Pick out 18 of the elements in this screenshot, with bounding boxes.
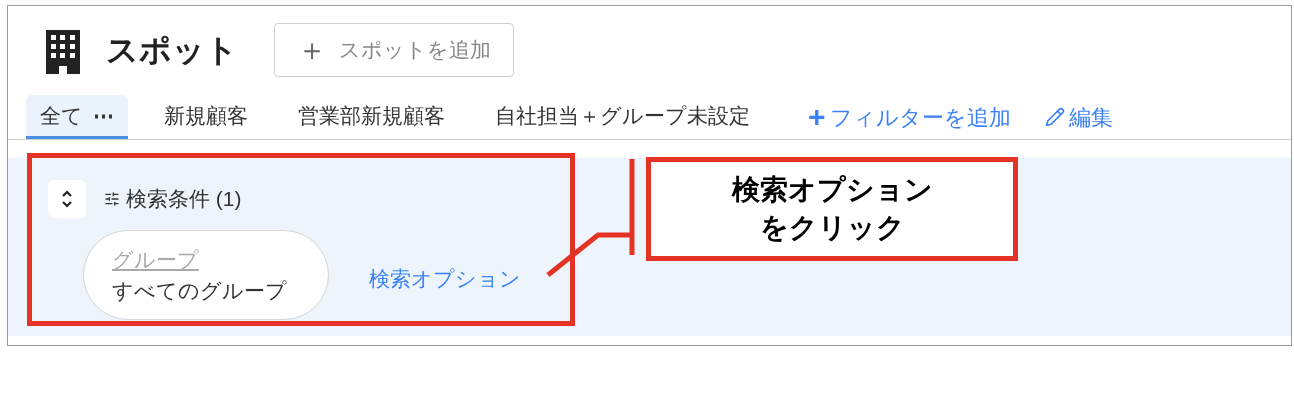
- filter-title: 検索条件 (1): [126, 186, 242, 213]
- callout-text: をクリック: [759, 211, 905, 245]
- filter-tab[interactable]: 営業部新規顧客: [284, 95, 459, 139]
- page-title: スポット: [106, 31, 238, 70]
- building-icon: [46, 30, 80, 74]
- callout-text: 検索オプション: [731, 173, 933, 207]
- filter-tab[interactable]: 自社担当＋グループ未設定: [481, 95, 764, 139]
- add-spot-button[interactable]: ＋ スポットを追加: [274, 23, 514, 77]
- pencil-icon: [1044, 107, 1065, 127]
- collapse-toggle[interactable]: [48, 180, 86, 218]
- filter-icon: [104, 191, 120, 207]
- filter-tab[interactable]: 新規顧客: [150, 95, 262, 139]
- edit-link[interactable]: 編集: [1032, 95, 1125, 139]
- group-chip[interactable]: グループ すべてのグループ: [83, 230, 329, 320]
- plus-icon: ＋: [297, 35, 327, 65]
- up-down-chevron-icon: [61, 189, 73, 209]
- add-filter-link[interactable]: +フィルターを追加: [796, 95, 1023, 139]
- filter-tab[interactable]: 全て ⋯: [26, 95, 128, 139]
